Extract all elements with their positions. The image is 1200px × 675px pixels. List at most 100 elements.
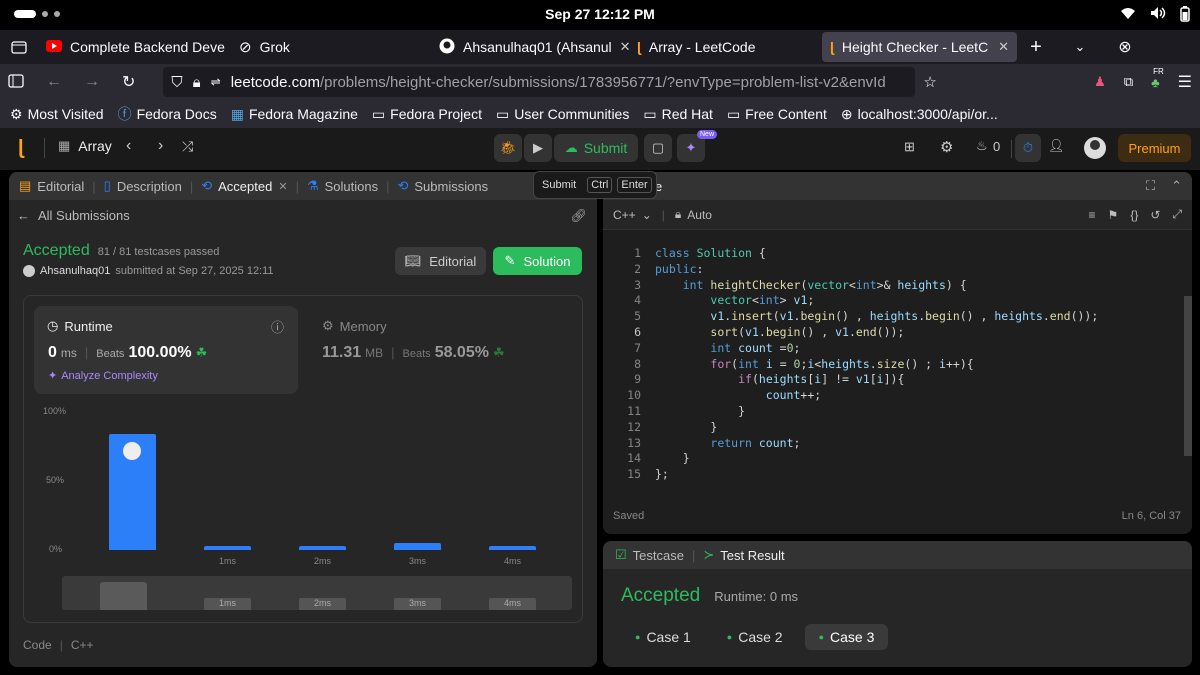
back-icon[interactable]: ← — [46, 73, 62, 91]
autocomplete-toggle[interactable]: 🔒︎ Auto — [675, 207, 712, 222]
menu-icon[interactable]: ☰ — [1178, 72, 1192, 92]
wifi-icon[interactable] — [1120, 6, 1136, 25]
user-avatar[interactable] — [23, 265, 35, 277]
code-line[interactable]: vector<int> v1; — [655, 293, 814, 307]
editor-scrollbar[interactable] — [1184, 296, 1192, 456]
streak-fire-icon[interactable]: ♨ — [976, 138, 988, 154]
sidebar-icon[interactable] — [8, 73, 24, 91]
browser-tab[interactable]: Ahsanulhaq01 (Ahsanul ✕ — [431, 32, 629, 62]
case-tab[interactable]: ● Case 2 — [713, 624, 797, 650]
add-user-icon[interactable]: 👤︎ — [1048, 138, 1065, 154]
bookmark-star-icon[interactable]: ☆ — [923, 73, 936, 91]
code-line[interactable]: }; — [655, 467, 669, 481]
bookmark-item[interactable]: ⚙ Most Visited — [10, 106, 104, 123]
extensions-puzzle-icon[interactable]: ⧉ — [1124, 74, 1133, 90]
forward-icon[interactable]: → — [84, 73, 100, 91]
chart-bar[interactable] — [394, 543, 441, 550]
next-problem-icon[interactable]: › — [158, 137, 163, 155]
tab-solutions[interactable]: ⚗ Solutions — [307, 178, 378, 194]
browser-tab[interactable]: ⊘ Grok — [231, 32, 431, 62]
code-line[interactable]: public: — [655, 262, 703, 276]
expand-icon[interactable]: ⤢ — [1172, 207, 1182, 222]
tab-editorial[interactable]: ▤ Editorial — [19, 178, 84, 194]
shield-icon[interactable]: ⛉ — [171, 74, 182, 91]
close-icon[interactable]: ✕ — [620, 39, 629, 55]
chart-bar[interactable] — [489, 545, 536, 550]
tab-testcase[interactable]: ☑ Testcase — [615, 547, 684, 563]
close-icon[interactable]: ✕ — [278, 180, 287, 193]
info-icon[interactable]: ⓘ — [271, 317, 284, 336]
url-bar[interactable]: ⛉ 🔒︎ ⇌ leetcode.com/problems/height-chec… — [163, 67, 916, 97]
code-line[interactable]: class Solution { — [655, 246, 766, 260]
chart-bar[interactable] — [204, 545, 251, 550]
window-close-icon[interactable]: ⊗ — [1105, 37, 1145, 57]
settings-gear-icon[interactable]: ⚙ — [940, 138, 953, 156]
code-line[interactable]: return count; — [655, 436, 800, 450]
submit-button[interactable]: ☁ Submit — [554, 134, 638, 162]
code-line[interactable]: } — [655, 420, 717, 434]
code-line[interactable]: } — [655, 451, 690, 465]
code-line[interactable]: } — [655, 404, 745, 418]
code-line[interactable]: int count =0; — [655, 341, 800, 355]
runtime-card[interactable]: ◷ Runtime ⓘ 0 ms | Beats 100.00% ☘ ✦ Analy… — [34, 306, 298, 394]
bookmark-item[interactable]: ▦ Fedora Magazine — [231, 106, 358, 123]
leetcode-logo-icon[interactable]: ɭ — [18, 137, 24, 160]
solution-button[interactable]: ✎ Solution — [493, 247, 582, 275]
reset-icon[interactable]: ↺ — [1150, 208, 1160, 222]
case-tab[interactable]: ● Case 1 — [621, 624, 705, 650]
tab-description[interactable]: ▯ Description — [104, 178, 182, 194]
browser-tab[interactable]: ɭ Array - LeetCode — [629, 32, 822, 62]
bookmark-item[interactable]: ▭ Red Hat — [643, 106, 713, 123]
code-line[interactable]: int heightChecker(vector<int>& heights) … — [655, 278, 967, 292]
timer-icon[interactable]: ⏱ — [1015, 134, 1041, 162]
bookmark-item[interactable]: ⓕ Fedora Docs — [118, 104, 217, 124]
permissions-icon[interactable]: ⇌ — [211, 75, 221, 89]
code-line[interactable]: sort(v1.begin() , v1.end()); — [655, 325, 904, 339]
bookmark-icon[interactable]: ⚑ — [1108, 208, 1119, 222]
run-icon[interactable]: ▶ — [524, 134, 552, 162]
browser-tab[interactable]: Complete Backend Deve✕ — [38, 32, 231, 62]
debug-icon[interactable]: 🐞︎ — [494, 134, 522, 162]
all-submissions-link[interactable]: ← All Submissions — [17, 208, 130, 223]
avatar[interactable] — [1084, 137, 1106, 159]
chart-range-slider[interactable]: 1ms 2ms 3ms 4ms — [62, 576, 572, 610]
new-tab-button[interactable]: + — [1017, 36, 1055, 59]
volume-icon[interactable] — [1150, 6, 1166, 25]
code-area[interactable]: 1 class Solution {2 public: 3 int heightChe… — [603, 238, 1183, 481]
analyze-complexity-button[interactable]: ✦ Analyze Complexity — [48, 369, 158, 383]
editorial-button[interactable]: 📖︎ Editorial — [395, 247, 486, 275]
tab-list-chevron-icon[interactable]: ⌄ — [1055, 39, 1105, 55]
shuffle-icon[interactable]: ⤮ — [182, 138, 193, 155]
battery-icon[interactable] — [1180, 6, 1190, 25]
code-line[interactable]: v1.insert(v1.begin() , heights.begin() ,… — [655, 309, 1098, 323]
close-icon[interactable]: ✕ — [998, 39, 1009, 55]
premium-button[interactable]: Premium — [1118, 134, 1191, 162]
browser-tab-active[interactable]: ɭ Height Checker - LeetC ✕ — [822, 32, 1017, 62]
chart-bar[interactable] — [299, 545, 346, 550]
slider-handle[interactable] — [100, 582, 147, 610]
translate-extension-icon[interactable]: ♣ FR — [1151, 67, 1164, 90]
tab-overview-icon[interactable] — [0, 39, 38, 55]
prev-problem-icon[interactable]: ‹ — [126, 137, 131, 155]
notes-icon[interactable]: ▢ — [644, 134, 672, 162]
fullscreen-icon[interactable]: ⛶ — [1146, 178, 1155, 194]
language-select[interactable]: C++ ⌄ — [613, 208, 652, 222]
code-line[interactable]: count++; — [655, 388, 821, 402]
bookmark-item[interactable]: ⊕ localhost:3000/api/or... — [841, 106, 998, 123]
lock-icon[interactable]: 🔒︎ — [193, 74, 201, 91]
username[interactable]: Ahsanulhaq01 — [40, 265, 110, 277]
bookmark-item[interactable]: ▭ User Communities — [496, 106, 629, 123]
extension-icon[interactable]: ♟ — [1094, 74, 1106, 90]
problem-list-button[interactable]: ▦ Array — [58, 138, 112, 154]
tab-accepted[interactable]: ⟲ Accepted ✕ — [201, 178, 287, 194]
reload-icon[interactable]: ↻ — [122, 72, 135, 92]
code-line[interactable]: if(heights[i] != v1[i]){ — [655, 372, 904, 386]
link-icon[interactable]: 🔗︎ — [570, 208, 587, 224]
code-line[interactable]: for(int i = 0;i<heights.size() ; i++){ — [655, 357, 973, 371]
layout-icon[interactable]: ⊞ — [904, 139, 915, 155]
bookmark-item[interactable]: ▭ Free Content — [727, 106, 827, 123]
format-icon[interactable]: ≡ — [1089, 208, 1096, 222]
bookmark-item[interactable]: ▭ Fedora Project — [372, 106, 482, 123]
chart-bar[interactable] — [109, 434, 156, 550]
tab-test-result[interactable]: ≻ Test Result — [703, 547, 784, 563]
